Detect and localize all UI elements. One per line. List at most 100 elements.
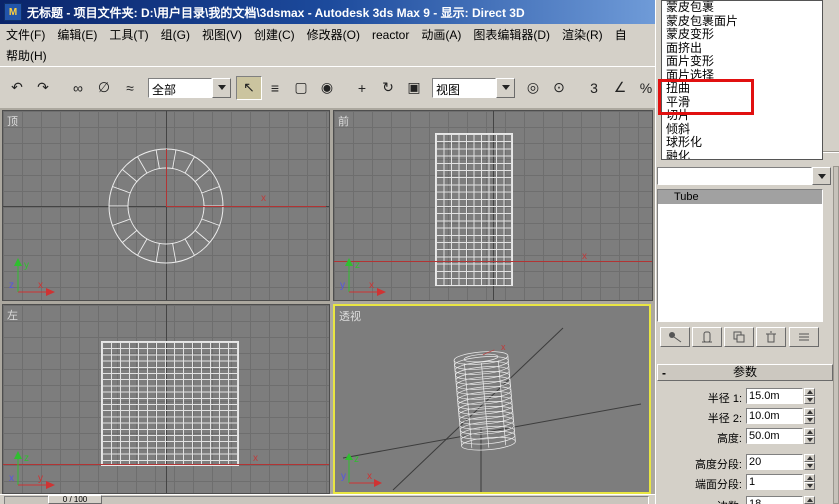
selection-filter-dropdown[interactable]: 全部 xyxy=(148,77,231,98)
menu-views[interactable]: 视图(V) xyxy=(196,24,248,45)
select-object-icon[interactable]: ↖ xyxy=(236,75,262,100)
window-crossing-icon[interactable]: ◉ xyxy=(314,75,340,100)
make-unique-button[interactable] xyxy=(724,327,754,347)
menu-modifiers[interactable]: 修改器(O) xyxy=(301,24,366,45)
spinner-up-icon[interactable] xyxy=(804,388,815,396)
menu-rendering[interactable]: 渲染(R) xyxy=(556,24,609,45)
viewport-perspective[interactable]: x z x y 透视 xyxy=(333,304,651,494)
show-end-result-button[interactable] xyxy=(692,327,722,347)
stack-item-tube[interactable]: Tube xyxy=(658,190,822,204)
spinner-up-icon[interactable] xyxy=(804,408,815,416)
modifier-item[interactable]: 融化 xyxy=(662,149,822,159)
unlink-selection-icon[interactable]: ∅ xyxy=(91,75,117,100)
spinner-up-icon[interactable] xyxy=(804,474,815,482)
spinner-down-icon[interactable] xyxy=(804,396,815,404)
menu-bar-row2: 帮助(H) xyxy=(0,45,655,67)
select-and-rotate-icon[interactable]: ↻ xyxy=(375,75,401,100)
radius2-spinner[interactable] xyxy=(804,408,815,424)
modifier-item[interactable]: 蒙皮包裹面片 xyxy=(662,14,822,29)
modifier-item[interactable]: 蒙皮包裹 xyxy=(662,1,822,15)
menu-animation[interactable]: 动画(A) xyxy=(415,24,467,45)
panel-divider xyxy=(822,151,839,153)
height-segments-spinner[interactable] xyxy=(804,454,815,470)
height-segments-field[interactable]: 20 xyxy=(746,454,803,470)
select-and-manipulate-icon[interactable]: ⊙ xyxy=(546,75,572,100)
panel-scrollbar[interactable] xyxy=(833,166,839,504)
cap-segments-spinner[interactable] xyxy=(804,474,815,490)
menu-help[interactable]: 帮助(H) xyxy=(0,45,53,66)
spinner-up-icon[interactable] xyxy=(804,428,815,436)
sides-field[interactable]: 18 xyxy=(746,496,803,504)
modifier-list-combobox-value xyxy=(657,167,812,185)
viewport-label[interactable]: 左 xyxy=(7,307,18,323)
snap-toggle-icon[interactable]: 3 xyxy=(581,75,607,100)
spinner-down-icon[interactable] xyxy=(804,482,815,490)
select-by-name-icon[interactable]: ≡ xyxy=(262,75,288,100)
configure-modifier-sets-button[interactable] xyxy=(789,327,819,347)
svg-text:x: x xyxy=(38,280,43,291)
param-row-radius2: 半径 2: 10.0m xyxy=(656,408,839,426)
select-and-link-icon[interactable]: ∞ xyxy=(65,75,91,100)
modifier-item[interactable]: 蒙皮变形 xyxy=(662,27,822,42)
menu-group[interactable]: 组(G) xyxy=(155,24,196,45)
radius1-spinner[interactable] xyxy=(804,388,815,404)
viewport-label[interactable]: 透视 xyxy=(339,308,361,324)
time-slider-thumb[interactable]: 0 / 100 xyxy=(48,495,102,504)
menu-customize[interactable]: 自 xyxy=(609,24,633,45)
modifier-item[interactable]: 面片变形 xyxy=(662,54,822,69)
modifier-item[interactable]: 倾斜 xyxy=(662,122,822,137)
select-and-move-icon[interactable]: + xyxy=(349,75,375,100)
tube-left-wireframe xyxy=(101,341,239,466)
menu-file[interactable]: 文件(F) xyxy=(0,24,51,45)
radius2-field[interactable]: 10.0m xyxy=(746,408,803,424)
chevron-down-icon[interactable] xyxy=(812,167,831,185)
menu-edit[interactable]: 编辑(E) xyxy=(51,24,103,45)
viewport-front[interactable]: x z x y 前 xyxy=(333,110,653,301)
pin-stack-button[interactable] xyxy=(660,327,690,347)
chevron-down-icon[interactable] xyxy=(496,77,515,98)
svg-text:z: z xyxy=(354,454,359,465)
configure-sets-icon xyxy=(799,333,809,341)
bind-to-space-warp-icon[interactable]: ≈ xyxy=(117,75,143,100)
height-spinner[interactable] xyxy=(804,428,815,444)
height-field[interactable]: 50.0m xyxy=(746,428,803,444)
percent-snap-icon[interactable]: % xyxy=(633,75,655,100)
use-pivot-center-icon[interactable]: ◎ xyxy=(520,75,546,100)
spinner-up-icon[interactable] xyxy=(804,454,815,462)
modifier-list-combobox[interactable] xyxy=(657,167,831,185)
viewport-label[interactable]: 顶 xyxy=(7,113,18,129)
menu-create[interactable]: 创建(C) xyxy=(248,24,301,45)
pin-icon xyxy=(669,332,682,343)
param-row-height-segments: 高度分段: 20 xyxy=(656,454,839,472)
modifier-item[interactable]: 面挤出 xyxy=(662,41,822,56)
svg-text:z: z xyxy=(355,260,360,271)
angle-snap-icon[interactable]: ∠ xyxy=(607,75,633,100)
sides-spinner[interactable] xyxy=(804,496,815,504)
collapse-icon[interactable]: - xyxy=(662,366,666,381)
spinner-down-icon[interactable] xyxy=(804,462,815,470)
spinner-up-icon[interactable] xyxy=(804,496,815,504)
redo-icon[interactable]: ↷ xyxy=(30,75,56,100)
menu-bar-row1: 文件(F) 编辑(E) 工具(T) 组(G) 视图(V) 创建(C) 修改器(O… xyxy=(0,24,655,45)
modifier-item[interactable]: 球形化 xyxy=(662,135,822,150)
rectangular-selection-icon[interactable]: ▢ xyxy=(288,75,314,100)
spinner-down-icon[interactable] xyxy=(804,436,815,444)
chevron-down-icon[interactable] xyxy=(212,77,231,98)
svg-text:x: x xyxy=(367,471,372,482)
spinner-down-icon[interactable] xyxy=(804,416,815,424)
cap-segments-field[interactable]: 1 xyxy=(746,474,803,490)
parameters-rollout-header[interactable]: - 参数 xyxy=(657,364,833,381)
viewport-label[interactable]: 前 xyxy=(338,113,349,129)
viewport-top[interactable]: x y x z 顶 xyxy=(2,110,330,301)
undo-icon[interactable]: ↶ xyxy=(4,75,30,100)
select-and-scale-icon[interactable]: ▣ xyxy=(401,75,427,100)
viewport-left[interactable]: x z y x 左 xyxy=(2,304,330,494)
menu-graph-editors[interactable]: 图表编辑器(D) xyxy=(467,24,556,45)
param-row-sides: 边数: 18 xyxy=(656,496,839,504)
reference-coord-dropdown[interactable]: 视图 xyxy=(432,77,515,98)
menu-reactor[interactable]: reactor xyxy=(366,26,415,44)
radius1-field[interactable]: 15.0m xyxy=(746,388,803,404)
remove-modifier-button[interactable] xyxy=(756,327,786,347)
twist-highlight-annotation xyxy=(658,79,754,115)
menu-tools[interactable]: 工具(T) xyxy=(103,24,154,45)
